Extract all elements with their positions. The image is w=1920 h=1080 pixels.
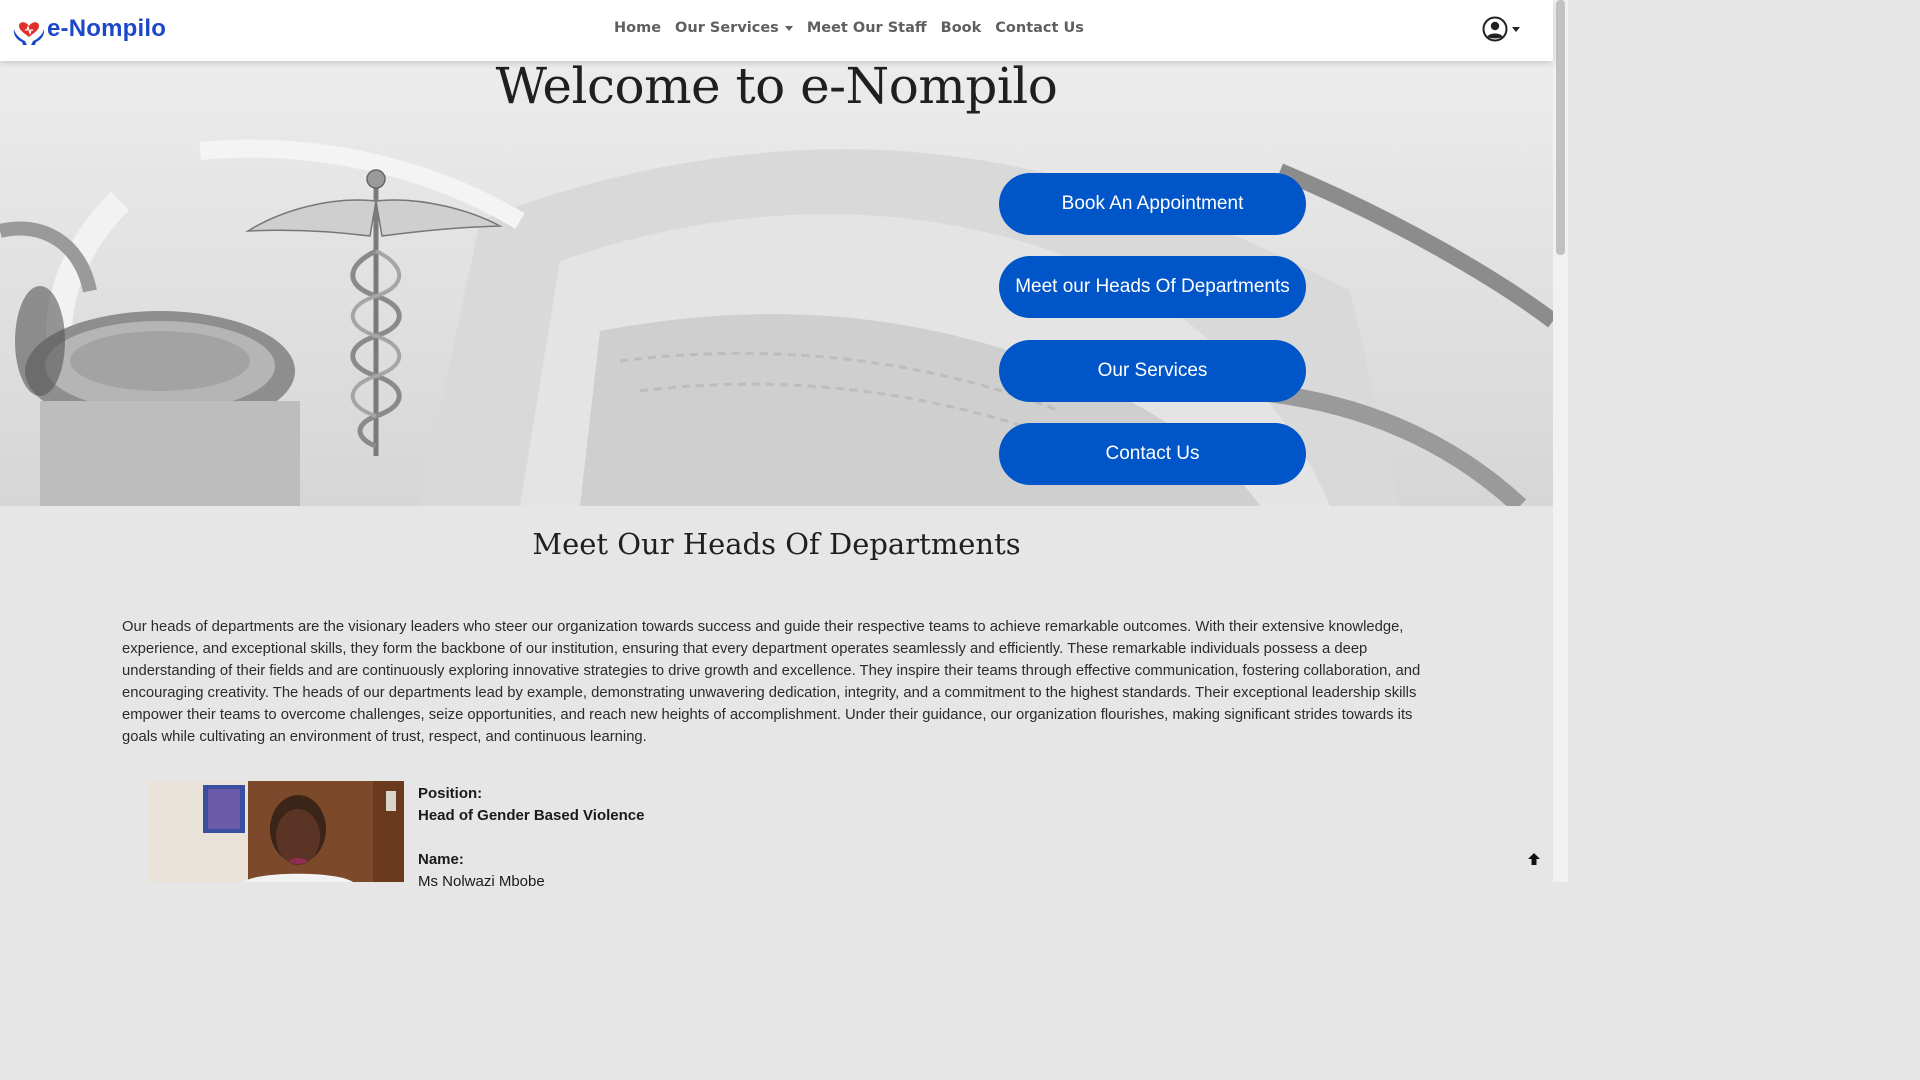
our-services-button[interactable]: Our Services xyxy=(999,340,1306,402)
section-title: Meet Our Heads Of Departments xyxy=(532,527,1021,561)
medical-background-image xyxy=(0,139,1553,506)
hero-banner: Welcome to e-Nompilo Book An Appointment… xyxy=(0,61,1553,506)
vertical-scrollbar[interactable] xyxy=(1553,0,1568,882)
book-appointment-button[interactable]: Book An Appointment xyxy=(999,173,1306,235)
contact-us-button[interactable]: Contact Us xyxy=(999,423,1306,485)
nav-our-services-dropdown[interactable]: Our Services xyxy=(675,20,793,36)
user-menu-dropdown[interactable] xyxy=(1482,16,1520,42)
arrow-up-icon[interactable] xyxy=(1526,851,1542,867)
brand-link[interactable]: e-Nompilo xyxy=(12,12,166,46)
name-label: Name: xyxy=(418,851,464,868)
caret-down-icon xyxy=(1512,26,1520,32)
meet-heads-button[interactable]: Meet our Heads Of Departments xyxy=(999,256,1306,318)
heart-hands-icon xyxy=(13,22,45,45)
brand-name: e-Nompilo xyxy=(47,15,167,42)
position-label: Position: xyxy=(418,785,483,802)
scrollbar-thumb[interactable] xyxy=(1556,0,1565,255)
main-nav: Home Our Services Meet Our Staff Book Co… xyxy=(614,20,1098,36)
navbar: e-Nompilo Home Our Services Meet Our Sta… xyxy=(0,0,1553,61)
head-info: Position: Head of Gender Based Violence … xyxy=(418,783,644,893)
nav-contact-us[interactable]: Contact Us xyxy=(995,20,1084,36)
hero-title: Welcome to e-Nompilo xyxy=(495,61,1058,115)
caret-down-icon xyxy=(784,25,793,31)
nav-our-services-label: Our Services xyxy=(675,20,779,36)
heads-intro-text: Our heads of departments are the visiona… xyxy=(122,619,1421,745)
user-circle-icon xyxy=(1482,16,1508,42)
nav-meet-our-staff[interactable]: Meet Our Staff xyxy=(807,20,927,36)
head-photo xyxy=(148,781,404,882)
nav-book[interactable]: Book xyxy=(941,20,982,36)
portrait-image xyxy=(148,781,404,882)
name-value: Ms Nolwazi Mbobe xyxy=(418,873,545,890)
nav-home[interactable]: Home xyxy=(614,20,661,36)
position-value: Head of Gender Based Violence xyxy=(418,807,645,824)
